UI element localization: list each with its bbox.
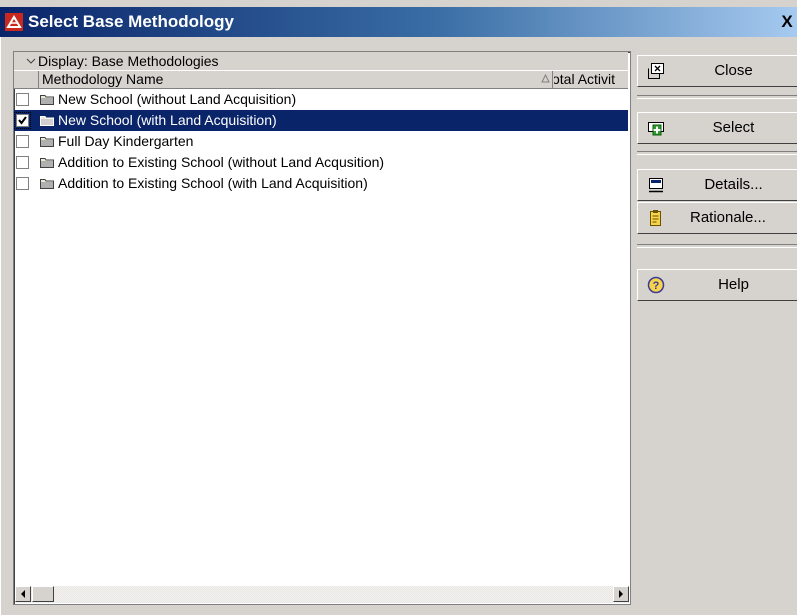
list-item-label: New School (with Land Acquisition)	[58, 112, 277, 128]
folder-icon	[40, 179, 54, 189]
help-question-icon: ?	[647, 276, 665, 294]
select-button[interactable]: Select	[637, 112, 797, 144]
column-header-row: Methodology Name otal Activit	[14, 71, 628, 89]
close-button[interactable]: Close	[637, 55, 797, 87]
separator	[637, 151, 797, 155]
row-checkbox[interactable]	[16, 156, 29, 169]
list-item-label: New School (without Land Acquisition)	[58, 91, 297, 107]
column-header-total-activities[interactable]: otal Activit	[554, 71, 632, 88]
list-item-selected[interactable]: New School (with Land Acquisition)	[14, 110, 628, 131]
scroll-right-button[interactable]	[613, 586, 629, 602]
select-button-label: Select	[712, 119, 755, 136]
close-window-icon	[648, 63, 664, 79]
window-title: Select Base Methodology	[28, 12, 234, 31]
dialog-body: Display: Base Methodologies Methodology …	[0, 37, 797, 615]
row-checkbox-checked[interactable]	[14, 112, 31, 129]
title-bar[interactable]: Select Base Methodology X	[0, 7, 797, 37]
row-checkbox[interactable]	[16, 135, 29, 148]
rationale-button[interactable]: Rationale...	[637, 202, 797, 234]
column-header-name-label: Methodology Name	[42, 71, 164, 87]
separator	[637, 95, 797, 99]
list-rows: New School (without Land Acquisition) Ne…	[14, 89, 628, 194]
list-item-label: Addition to Existing School (without Lan…	[58, 154, 385, 170]
column-header-select[interactable]	[14, 71, 39, 88]
folder-icon	[40, 158, 54, 168]
checkmark-icon	[18, 116, 27, 125]
list-item[interactable]: New School (without Land Acquisition)	[14, 89, 628, 110]
details-button[interactable]: Details...	[637, 169, 797, 201]
close-window-button[interactable]: X	[776, 11, 797, 33]
arrow-right-icon	[619, 590, 623, 598]
list-item[interactable]: Addition to Existing School (without Lan…	[14, 152, 628, 173]
close-button-label: Close	[714, 62, 753, 79]
chevron-down-icon	[26, 58, 36, 64]
group-header[interactable]: Display: Base Methodologies	[14, 52, 628, 71]
select-plus-icon	[648, 122, 664, 136]
list-item-label: Full Day Kindergarten	[58, 133, 194, 149]
details-button-label: Details...	[704, 176, 763, 193]
app-logo-icon	[5, 13, 23, 31]
row-checkbox[interactable]	[16, 177, 29, 190]
svg-text:?: ?	[653, 280, 660, 292]
rationale-button-label: Rationale...	[690, 209, 766, 226]
list-item[interactable]: Addition to Existing School (with Land A…	[14, 173, 628, 194]
folder-icon	[40, 116, 54, 126]
column-header-name[interactable]: Methodology Name	[40, 71, 553, 88]
column-header-total-label: otal Activit	[554, 71, 616, 87]
folder-icon	[40, 137, 54, 147]
sort-ascending-icon	[541, 74, 550, 83]
methodology-list[interactable]: Display: Base Methodologies Methodology …	[13, 51, 631, 605]
group-header-label: Display: Base Methodologies	[38, 53, 219, 69]
list-item-label: Addition to Existing School (with Land A…	[58, 175, 368, 191]
list-item[interactable]: Full Day Kindergarten	[14, 131, 628, 152]
folder-icon	[40, 95, 54, 105]
help-button[interactable]: ? Help	[637, 269, 797, 301]
rationale-clipboard-icon	[650, 210, 661, 226]
scroll-left-button[interactable]	[15, 586, 31, 602]
help-button-label: Help	[718, 276, 749, 293]
horizontal-scrollbar[interactable]	[15, 586, 629, 603]
row-checkbox[interactable]	[16, 93, 29, 106]
separator	[637, 244, 797, 248]
arrow-left-icon	[21, 590, 25, 598]
details-monitor-icon	[649, 178, 663, 193]
scroll-thumb[interactable]	[32, 586, 54, 602]
